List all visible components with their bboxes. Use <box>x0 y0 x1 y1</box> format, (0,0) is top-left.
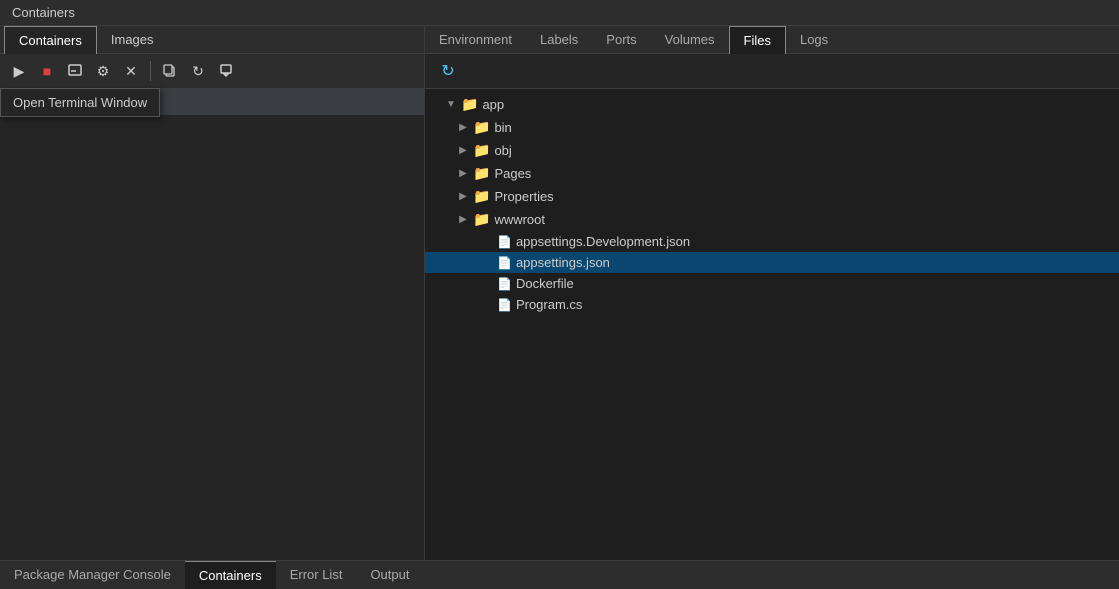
tab-logs[interactable]: Logs <box>786 26 842 53</box>
file-icon-appsettings: 📄 <box>497 256 512 270</box>
chevron-wwwroot: ▶ <box>457 214 469 226</box>
file-label-wwwroot: wwwroot <box>494 212 545 227</box>
tab-files[interactable]: Files <box>729 26 786 54</box>
left-panel: Containers Images ▶ ■ ⚙ ✕ ↻ Open Termina… <box>0 26 425 560</box>
tab-ports[interactable]: Ports <box>592 26 650 53</box>
tree-item-wwwroot[interactable]: ▶ 📁 wwwroot <box>425 208 1119 231</box>
file-label-appsettings: appsettings.json <box>516 255 610 270</box>
file-icon-appsettings-dev: 📄 <box>497 235 512 249</box>
right-tab-bar: Environment Labels Ports Volumes Files L… <box>425 26 1119 54</box>
file-label-bin: bin <box>494 120 511 135</box>
tab-volumes[interactable]: Volumes <box>651 26 729 53</box>
terminal-button[interactable] <box>62 58 88 84</box>
settings-button[interactable]: ⚙ <box>90 58 116 84</box>
tree-item-bin[interactable]: ▶ 📁 bin <box>425 116 1119 139</box>
refresh-button[interactable]: ↻ <box>185 58 211 84</box>
tree-item-appsettings[interactable]: ▶ 📄 appsettings.json <box>425 252 1119 273</box>
file-icon-dockerfile: 📄 <box>497 277 512 291</box>
bottom-tab-output[interactable]: Output <box>356 561 423 589</box>
tooltip-open-terminal: Open Terminal Window <box>0 88 160 117</box>
panel-title: Containers <box>12 5 75 20</box>
tab-images[interactable]: Images <box>97 26 168 53</box>
chevron-pages: ▶ <box>457 168 469 180</box>
folder-icon-properties: 📁 <box>473 188 490 205</box>
file-label-obj: obj <box>494 143 511 158</box>
file-label-appsettings-dev: appsettings.Development.json <box>516 234 690 249</box>
start-button[interactable]: ▶ <box>6 58 32 84</box>
bottom-tab-containers[interactable]: Containers <box>185 561 276 589</box>
tab-labels[interactable]: Labels <box>526 26 592 53</box>
bottom-tab-package-manager[interactable]: Package Manager Console <box>0 561 185 589</box>
chevron-app: ▼ <box>445 99 457 111</box>
tree-item-properties[interactable]: ▶ 📁 Properties <box>425 185 1119 208</box>
tree-item-app[interactable]: ▼ 📁 app <box>425 93 1119 116</box>
file-label-pages: Pages <box>494 166 531 181</box>
file-label-properties: Properties <box>494 189 553 204</box>
tree-item-appsettings-dev[interactable]: ▶ 📄 appsettings.Development.json <box>425 231 1119 252</box>
chevron-obj: ▶ <box>457 145 469 157</box>
left-toolbar: ▶ ■ ⚙ ✕ ↻ Open Terminal Window <box>0 54 424 89</box>
toolbar-separator <box>150 61 151 81</box>
tab-environment[interactable]: Environment <box>425 26 526 53</box>
folder-icon-pages: 📁 <box>473 165 490 182</box>
right-panel: Environment Labels Ports Volumes Files L… <box>425 26 1119 560</box>
bottom-tab-bar: Package Manager Console Containers Error… <box>0 560 1119 589</box>
right-toolbar: ↻ <box>425 54 1119 89</box>
folder-icon-obj: 📁 <box>473 142 490 159</box>
delete-button[interactable]: ✕ <box>118 58 144 84</box>
main-layout: Containers Images ▶ ■ ⚙ ✕ ↻ Open Termina… <box>0 26 1119 560</box>
file-tree: ▼ 📁 app ▶ 📁 bin ▶ 📁 obj ▶ <box>425 89 1119 560</box>
tree-item-program-cs[interactable]: ▶ 📄 Program.cs <box>425 294 1119 315</box>
bottom-tab-error-list[interactable]: Error List <box>276 561 357 589</box>
folder-icon-bin: 📁 <box>473 119 490 136</box>
left-tab-bar: Containers Images <box>0 26 424 54</box>
file-label-program-cs: Program.cs <box>516 297 582 312</box>
stop-button[interactable]: ■ <box>34 58 60 84</box>
title-bar: Containers <box>0 0 1119 26</box>
file-icon-program-cs: 📄 <box>497 298 512 312</box>
chevron-properties: ▶ <box>457 191 469 203</box>
container-list: WebApplication3 <box>0 89 424 560</box>
file-label-dockerfile: Dockerfile <box>516 276 574 291</box>
copy-button[interactable] <box>157 58 183 84</box>
tree-item-pages[interactable]: ▶ 📁 Pages <box>425 162 1119 185</box>
folder-icon-wwwroot: 📁 <box>473 211 490 228</box>
tree-item-dockerfile[interactable]: ▶ 📄 Dockerfile <box>425 273 1119 294</box>
files-refresh-button[interactable]: ↻ <box>435 58 461 84</box>
pull-button[interactable] <box>213 58 239 84</box>
file-label-app: app <box>482 97 504 112</box>
folder-icon-app: 📁 <box>461 96 478 113</box>
chevron-bin: ▶ <box>457 122 469 134</box>
tree-item-obj[interactable]: ▶ 📁 obj <box>425 139 1119 162</box>
tab-containers[interactable]: Containers <box>4 26 97 54</box>
